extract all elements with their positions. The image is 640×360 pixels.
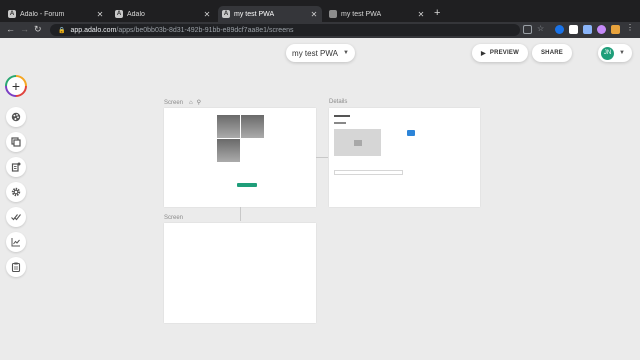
- browser-tab-adalo-forum[interactable]: A Adalo - Forum ✕: [4, 6, 108, 22]
- screen-link-line: [316, 157, 328, 158]
- account-menu[interactable]: JN ▼: [598, 44, 632, 62]
- chart-line-icon: [11, 238, 20, 247]
- user-icon: ⚲: [196, 100, 202, 106]
- title-text-element[interactable]: [334, 115, 350, 117]
- palette-icon: [11, 112, 21, 122]
- browser-tab-my-test-pwa-active[interactable]: A my test PWA ✕: [218, 6, 322, 22]
- lock-icon: 🔒: [58, 27, 66, 34]
- image-placeholder[interactable]: [334, 129, 381, 156]
- forward-icon[interactable]: →: [20, 24, 29, 34]
- database-button[interactable]: [6, 257, 26, 277]
- clipboard-icon: [11, 262, 21, 272]
- chevron-down-icon: ▼: [342, 50, 349, 56]
- extension-icon[interactable]: [569, 25, 578, 34]
- profile-icon[interactable]: [597, 25, 606, 34]
- add-screen-button[interactable]: [6, 157, 26, 177]
- close-tab-icon[interactable]: ✕: [417, 10, 425, 19]
- tab-title: my test PWA: [234, 10, 275, 18]
- analytics-button[interactable]: [6, 232, 26, 252]
- branding-palette-button[interactable]: [6, 107, 26, 127]
- preview-label: PREVIEW: [489, 50, 519, 56]
- gear-icon: [11, 187, 21, 197]
- page-favicon-icon: [329, 10, 337, 18]
- tab-title: Adalo: [127, 10, 145, 18]
- browser-menu-icon[interactable]: ⋮: [626, 23, 635, 32]
- adalo-favicon-icon: A: [115, 10, 123, 18]
- bookmark-star-icon[interactable]: ☆: [537, 24, 546, 33]
- plus-icon: +: [7, 77, 25, 95]
- chevron-down-icon: ▼: [619, 50, 625, 56]
- share-label: SHARE: [540, 50, 563, 56]
- preview-button[interactable]: ▶ PREVIEW: [472, 44, 528, 62]
- browser-address-bar: ← → ↻ 🔒 app.adalo.com /apps/be0bb03b-8d3…: [0, 22, 640, 38]
- avatar: JN: [601, 46, 614, 60]
- adalo-favicon-icon: A: [8, 10, 16, 18]
- settings-button[interactable]: [6, 182, 26, 202]
- add-component-button[interactable]: +: [5, 75, 27, 97]
- browser-tab-my-test-pwa[interactable]: my test PWA ✕: [325, 6, 429, 22]
- share-page-icon[interactable]: [523, 25, 532, 34]
- app-name: my test PWA: [292, 48, 338, 58]
- extension-icon[interactable]: [555, 25, 564, 34]
- add-screen-icon: [11, 162, 21, 172]
- screens-button[interactable]: [6, 132, 26, 152]
- image-placeholder-icon: [353, 139, 362, 146]
- screen-label[interactable]: Screen: [164, 215, 183, 221]
- url-field[interactable]: 🔒 app.adalo.com /apps/be0bb03b-8d31-492b…: [50, 24, 520, 36]
- adalo-favicon-icon: A: [222, 10, 230, 18]
- screens-icon: [11, 137, 21, 147]
- share-button[interactable]: SHARE: [532, 44, 572, 62]
- action-button[interactable]: [237, 183, 257, 187]
- tab-title: my test PWA: [341, 10, 382, 18]
- tab-title: Adalo - Forum: [20, 10, 65, 18]
- extension-icon[interactable]: [583, 25, 592, 34]
- screen-label[interactable]: Screen ⌂ ⚲: [164, 99, 202, 107]
- close-tab-icon[interactable]: ✕: [310, 10, 318, 19]
- screen-label[interactable]: Details: [329, 99, 347, 105]
- app-name-dropdown[interactable]: my test PWA ▼: [286, 44, 355, 62]
- body-text-element[interactable]: [334, 122, 346, 124]
- image-card[interactable]: ​: [217, 139, 240, 162]
- browser-tab-bar: A Adalo - Forum ✕ A Adalo ✕ A my test PW…: [0, 0, 640, 22]
- image-card[interactable]: ​: [241, 115, 264, 138]
- new-tab-button[interactable]: +: [434, 7, 440, 19]
- screen-canvas[interactable]: [164, 223, 316, 323]
- browser-tab-adalo[interactable]: A Adalo ✕: [111, 6, 215, 22]
- blue-button-element[interactable]: [407, 130, 415, 136]
- play-icon: ▶: [481, 50, 486, 57]
- image-card[interactable]: ​: [217, 115, 240, 138]
- extension-icon[interactable]: [611, 25, 620, 34]
- screen-name: Screen: [164, 99, 184, 106]
- publish-button[interactable]: [6, 207, 26, 227]
- reload-icon[interactable]: ↻: [34, 24, 42, 35]
- url-host: app.adalo.com: [70, 26, 117, 34]
- close-tab-icon[interactable]: ✕: [203, 10, 211, 19]
- details-screen-canvas[interactable]: [329, 108, 480, 207]
- screen-link-line: [240, 207, 241, 221]
- screen-name: Details: [329, 99, 348, 105]
- close-tab-icon[interactable]: ✕: [96, 10, 104, 19]
- url-path: /apps/be0bb03b-8d31-492b-91bb-e89dcf7aa8…: [116, 26, 294, 34]
- back-icon[interactable]: ←: [6, 24, 15, 34]
- screen-canvas[interactable]: ​ ​ ​: [164, 108, 316, 207]
- double-check-icon: [11, 214, 21, 221]
- home-icon: ⌂: [189, 99, 193, 106]
- screen-name: Screen: [164, 215, 184, 221]
- text-input-element[interactable]: [334, 170, 403, 175]
